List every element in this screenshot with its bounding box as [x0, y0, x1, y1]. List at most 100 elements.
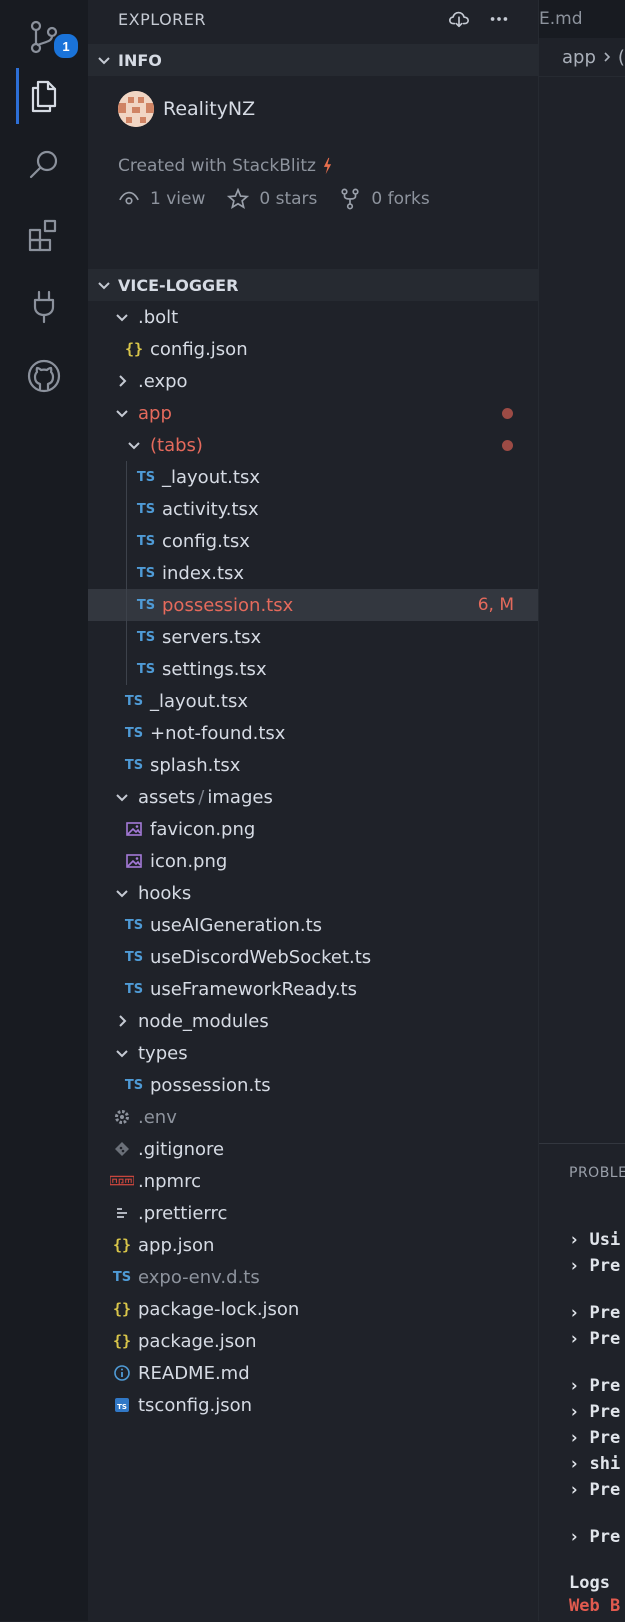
tree-item-label: possession.tsx [162, 594, 294, 616]
json-file-icon: {} [112, 1332, 132, 1350]
json-file-icon: {} [112, 1236, 132, 1254]
file-item[interactable]: icon.png [88, 845, 538, 877]
file-item[interactable]: favicon.png [88, 813, 538, 845]
plug-icon [33, 290, 55, 324]
file-item[interactable]: TS splash.tsx [88, 749, 538, 781]
folder-item[interactable]: types [88, 1037, 538, 1069]
tree-item-label: index.tsx [162, 562, 245, 584]
folder-item[interactable]: .expo [88, 365, 538, 397]
modified-dot [502, 439, 513, 451]
folder-item[interactable]: assets / images [88, 781, 538, 813]
forks-stat[interactable]: 0 forks [339, 188, 430, 210]
folder-item[interactable]: node_modules [88, 1005, 538, 1037]
typescript-file-icon: TS [124, 1077, 144, 1093]
file-item[interactable]: TS possession.tsx 6, M [88, 589, 538, 621]
file-item[interactable]: {} config.json [88, 333, 538, 365]
tree-item-label: _layout.tsx [150, 690, 248, 712]
project-stats: 1 view 0 stars 0 forks [118, 188, 452, 210]
remote-button[interactable] [0, 270, 88, 342]
file-item[interactable]: TS _layout.tsx [88, 685, 538, 717]
github-button[interactable] [0, 340, 88, 412]
tree-item-label: .bolt [138, 306, 179, 328]
tree-item-label: types [138, 1042, 188, 1064]
file-item[interactable]: TS tsconfig.json [88, 1389, 538, 1421]
file-item[interactable]: .gitignore [88, 1133, 538, 1165]
terminal-line: › Pre [569, 1480, 621, 1500]
eye-icon [119, 191, 139, 205]
file-item[interactable]: TS possession.ts [88, 1069, 538, 1101]
tree-item-label: .env [138, 1106, 177, 1128]
folder-item[interactable]: app [88, 397, 538, 429]
bolt-icon [323, 157, 332, 175]
file-item[interactable]: TS config.tsx [88, 525, 538, 557]
svg-text:TS: TS [117, 1403, 127, 1411]
folder-item[interactable]: hooks [88, 877, 538, 909]
terminal-line: › Pre [569, 1256, 621, 1276]
created-with: Created with StackBlitz [118, 156, 333, 176]
stars-stat[interactable]: 0 stars [227, 188, 317, 210]
file-item[interactable]: .npmrc [88, 1165, 538, 1197]
tree-item-label: config.json [150, 338, 248, 360]
file-item[interactable]: TS useAIGeneration.ts [88, 909, 538, 941]
typescript-file-icon: TS [124, 917, 144, 933]
problems-badge: 6, M [477, 595, 514, 615]
chevron-down-icon [110, 404, 134, 422]
info-section-header[interactable]: INFO [88, 44, 538, 76]
tree-item-label: images [207, 786, 273, 808]
scm-badge: 1 [52, 32, 80, 60]
file-item[interactable]: TS index.tsx [88, 557, 538, 589]
terminal-line: › Pre [569, 1303, 621, 1323]
project-section-header[interactable]: VICE-LOGGER [88, 269, 538, 301]
file-item[interactable]: {} package-lock.json [88, 1293, 538, 1325]
views-stat: 1 view [118, 188, 205, 210]
breadcrumb-root[interactable]: app [562, 47, 596, 68]
chevron-down-icon [110, 788, 134, 806]
problems-tab[interactable]: PROBLE [569, 1165, 625, 1181]
tree-item-label: servers.tsx [162, 626, 262, 648]
tree-item-label: expo-env.d.ts [138, 1266, 260, 1288]
tree-item-label: .npmrc [138, 1170, 201, 1192]
file-item[interactable]: TS servers.tsx [88, 621, 538, 653]
file-item[interactable]: TS useFrameworkReady.ts [88, 973, 538, 1005]
tree-item-label: config.tsx [162, 530, 250, 552]
editor-tab[interactable]: E.md [539, 9, 583, 29]
tree-item-label: useDiscordWebSocket.ts [150, 946, 372, 968]
folder-item[interactable]: .bolt [88, 301, 538, 333]
file-item[interactable]: .prettierrc [88, 1197, 538, 1229]
tsconfig-icon: TS [110, 1396, 134, 1414]
file-item[interactable]: {} app.json [88, 1229, 538, 1261]
typescript-file-icon: TS [112, 1269, 132, 1285]
tree-item-label: (tabs) [150, 434, 203, 456]
file-item[interactable]: TS _layout.tsx [88, 461, 538, 493]
file-item[interactable]: {} package.json [88, 1325, 538, 1357]
tree-item-label: possession.ts [150, 1074, 271, 1096]
folder-item[interactable]: (tabs) [88, 429, 538, 461]
file-item[interactable]: TS expo-env.d.ts [88, 1261, 538, 1293]
file-item[interactable]: .env [88, 1101, 538, 1133]
file-item[interactable]: TS useDiscordWebSocket.ts [88, 941, 538, 973]
chevron-down-icon [122, 436, 146, 454]
breadcrumb-next[interactable]: ( [618, 47, 625, 68]
gear-icon [110, 1108, 134, 1126]
explorer-button[interactable] [0, 60, 88, 132]
terminal-line: › Pre [569, 1376, 621, 1396]
file-item[interactable]: TS activity.tsx [88, 493, 538, 525]
tree-item-label: package.json [138, 1330, 257, 1352]
file-item[interactable]: README.md [88, 1357, 538, 1389]
image-file-icon [122, 820, 146, 838]
extensions-button[interactable] [0, 200, 88, 272]
typescript-file-icon: TS [124, 949, 144, 965]
file-item[interactable]: TS +not-found.tsx [88, 717, 538, 749]
username[interactable]: RealityNZ [163, 98, 255, 120]
cloud-download-icon[interactable] [446, 6, 472, 32]
tree-item-label: splash.tsx [150, 754, 241, 776]
github-icon [27, 359, 61, 393]
activity-bar: 1 [0, 0, 89, 1621]
tree-item-label: _layout.tsx [162, 466, 260, 488]
avatar[interactable] [118, 91, 154, 127]
file-item[interactable]: TS settings.tsx [88, 653, 538, 685]
more-actions-icon[interactable] [486, 6, 512, 32]
search-button[interactable] [0, 129, 88, 201]
tree-item-label: settings.tsx [162, 658, 267, 680]
tree-item-label: hooks [138, 882, 192, 904]
